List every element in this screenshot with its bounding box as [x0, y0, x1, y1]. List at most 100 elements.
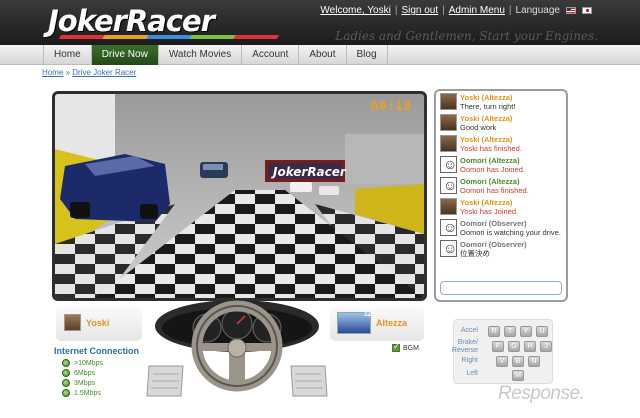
- chat-message: Yoski (Altezza) There, turn right!: [436, 91, 566, 112]
- accel-label: Accel: [460, 327, 478, 334]
- chat-author: Yoski (Altezza): [460, 114, 513, 123]
- site-header: JokerRacer Welcome, Yoski | Sign out | A…: [0, 0, 640, 45]
- breadcrumb-home[interactable]: Home: [42, 68, 63, 77]
- chat-text: Yoski has Joined.: [460, 207, 519, 216]
- observer-avatar-icon: [440, 240, 457, 257]
- driver-avatar: [64, 314, 81, 331]
- chat-text: There, turn right!: [460, 102, 516, 111]
- speed-label: 6Mbps: [74, 369, 96, 377]
- response-watermark: Response.: [498, 383, 585, 404]
- speed-option[interactable]: 1.5Mbps: [62, 388, 139, 398]
- chat-text: Oomori is watching your drive.: [460, 228, 561, 237]
- bgm-checkbox[interactable]: [392, 342, 400, 352]
- bgm-label: BGM: [403, 344, 419, 352]
- chat-message: Oomori (Altezza) Oomori has Joined.: [436, 154, 566, 175]
- chat-panel: Yoski (Altezza) There, turn right! Yoski…: [434, 89, 568, 302]
- internet-connection-group: Internet Connection >10Mbps 6Mbps 3Mbps …: [54, 346, 139, 398]
- brake-label: Brake/ Reverse: [451, 339, 478, 354]
- bgm-toggle[interactable]: BGM: [392, 342, 419, 352]
- key-f[interactable]: F: [492, 341, 504, 352]
- chat-text: 位置決め: [460, 249, 490, 258]
- keyboard-controls: Accel Brake/ Reverse Right Left R T Y U …: [452, 319, 553, 384]
- chat-message: Yoski (Altezza) Yoski has finished.: [436, 133, 566, 154]
- radio-button[interactable]: [62, 359, 70, 367]
- speed-label: 3Mbps: [74, 379, 96, 387]
- chat-message: Yoski (Altezza) Good work: [436, 112, 566, 133]
- slogan: Ladies and Gentlemen, Start your Engines…: [335, 29, 598, 43]
- chat-author: Yoski (Altezza): [460, 93, 513, 102]
- key-n[interactable]: N: [528, 356, 540, 367]
- camera-scene: JokerRacer: [55, 94, 424, 298]
- key-b[interactable]: B: [512, 356, 524, 367]
- observer-avatar-icon: [440, 156, 457, 173]
- key-u[interactable]: U: [536, 326, 548, 337]
- breadcrumb: Home » Drive Joker Racer: [42, 68, 136, 77]
- language-label: Language: [515, 5, 561, 16]
- left-label: Left: [466, 370, 478, 377]
- nav-home[interactable]: Home: [43, 45, 91, 65]
- user-avatar-icon: [440, 114, 457, 131]
- observer-avatar-icon: [440, 177, 457, 194]
- site-logo[interactable]: JokerRacer: [48, 4, 215, 38]
- driver-name: Yoski: [86, 318, 110, 328]
- japan-flag-icon[interactable]: [582, 7, 592, 14]
- chat-text: Yoski has finished.: [460, 144, 522, 153]
- nav-drive-now[interactable]: Drive Now: [90, 45, 158, 65]
- speed-option[interactable]: >10Mbps: [62, 358, 139, 368]
- main-nav: Home Drive Now Watch Movies Account Abou…: [0, 45, 640, 65]
- live-camera-view[interactable]: JokerRacer 00:18: [52, 91, 427, 301]
- chat-message: Oomori (Observer) Oomori is watching you…: [436, 217, 566, 238]
- user-avatar-icon: [440, 135, 457, 152]
- radio-button[interactable]: [62, 379, 70, 387]
- svg-text:JokerRacer: JokerRacer: [271, 165, 347, 179]
- radio-button[interactable]: [62, 389, 70, 397]
- car-number: 12: [364, 311, 372, 318]
- chat-message: Oomori (Altezza) Oomori has finished.: [436, 175, 566, 196]
- chat-text: Oomori has Joined.: [460, 165, 526, 174]
- chat-message: Oomori (Observer) 位置決め: [436, 238, 566, 259]
- speed-label: >10Mbps: [74, 359, 103, 367]
- chat-author: Oomori (Altezza): [460, 177, 520, 186]
- internet-connection-title: Internet Connection: [54, 346, 139, 356]
- key-h[interactable]: H: [524, 341, 536, 352]
- welcome-user-link[interactable]: Welcome, Yoski: [320, 5, 390, 16]
- driver-card: Yoski: [56, 307, 142, 341]
- nav-blog[interactable]: Blog: [345, 45, 388, 65]
- chat-text: Oomori has finished.: [460, 186, 529, 195]
- user-nav: Welcome, Yoski | Sign out | Admin Menu |…: [320, 5, 592, 16]
- chat-text: Good work: [460, 123, 497, 132]
- chat-author: Yoski (Altezza): [460, 135, 513, 144]
- breadcrumb-current[interactable]: Drive Joker Racer: [72, 68, 136, 77]
- chat-author: Yoski (Altezza): [460, 198, 513, 207]
- breadcrumb-separator: »: [65, 68, 71, 77]
- key-y[interactable]: Y: [520, 326, 532, 337]
- speed-option[interactable]: 3Mbps: [62, 378, 139, 388]
- car-card: 12 Altezza: [330, 307, 424, 341]
- key-r[interactable]: R: [488, 326, 500, 337]
- user-avatar-icon: [440, 198, 457, 215]
- logo-stripe: [58, 35, 280, 39]
- car-name: Altezza: [376, 318, 408, 328]
- nav-about[interactable]: About: [298, 45, 345, 65]
- key-v[interactable]: V: [496, 356, 508, 367]
- chat-message: Yoski (Altezza) Yoski has Joined.: [436, 196, 566, 217]
- chat-input[interactable]: [440, 281, 562, 295]
- chat-author: Oomori (Observer): [460, 240, 527, 249]
- steering-wheel-graphic: [146, 300, 328, 397]
- nav-account[interactable]: Account: [241, 45, 298, 65]
- speed-label: 1.5Mbps: [74, 389, 101, 397]
- race-timer: 00:18: [370, 99, 412, 113]
- us-flag-icon[interactable]: [566, 7, 576, 14]
- key-m[interactable]: M: [512, 370, 524, 381]
- admin-menu-link[interactable]: Admin Menu: [449, 5, 505, 16]
- speed-option[interactable]: 6Mbps: [62, 368, 139, 378]
- observer-avatar-icon: [440, 219, 457, 236]
- sign-out-link[interactable]: Sign out: [401, 5, 438, 16]
- separator: |: [394, 5, 398, 16]
- key-t[interactable]: T: [504, 326, 516, 337]
- nav-watch-movies[interactable]: Watch Movies: [157, 45, 241, 65]
- key-j[interactable]: J: [540, 341, 552, 352]
- separator: |: [442, 5, 445, 16]
- radio-button[interactable]: [62, 369, 70, 377]
- key-g[interactable]: G: [508, 341, 520, 352]
